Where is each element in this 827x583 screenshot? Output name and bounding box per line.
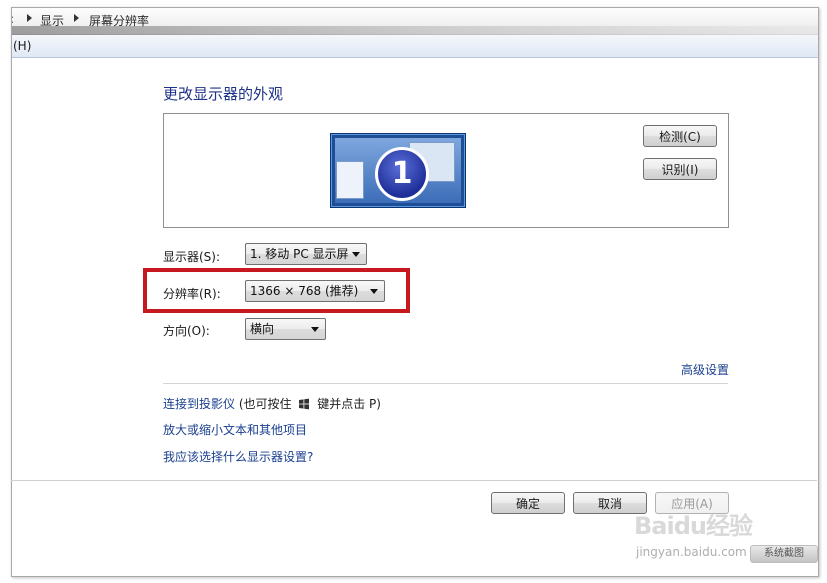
projector-hint-suffix: 键并点击 P) [317, 397, 381, 411]
menu-bar: (H) [12, 35, 818, 58]
projector-row: 连接到投影仪 (也可按住 键并点击 P) [163, 395, 381, 412]
resolution-label: 分辨率(R): [163, 287, 221, 301]
display-select-value: 1. 移动 PC 显示屏 [250, 247, 349, 261]
projector-hint-prefix: (也可按住 [238, 397, 292, 411]
breadcrumb-overflow-glyph: : [12, 12, 14, 26]
divider [163, 383, 728, 384]
page-title: 更改显示器的外观 [163, 85, 284, 103]
windows-logo-icon [299, 398, 310, 410]
connect-projector-link[interactable]: 连接到投影仪 [163, 397, 235, 411]
text-size-link[interactable]: 放大或缩小文本和其他项目 [163, 421, 307, 438]
resolution-select-value: 1366 × 768 (推荐) [250, 284, 359, 298]
watermark-logo: Baidu经验 [634, 512, 753, 540]
which-settings-link[interactable]: 我应该选择什么显示器设置? [163, 448, 313, 465]
detect-button[interactable]: 检测(C) [643, 125, 717, 147]
monitor-number-badge: 1 [375, 147, 429, 201]
desktop-window-icon [336, 161, 364, 199]
breadcrumb-display[interactable]: 显示 [40, 12, 64, 29]
breadcrumb-resolution[interactable]: 屏幕分辨率 [89, 12, 149, 29]
address-bar: : 显示 屏幕分辨率 [12, 8, 818, 36]
footer-divider [11, 480, 817, 481]
breadcrumb-arrow-icon [27, 14, 32, 22]
resolution-select[interactable]: 1366 × 768 (推荐) [245, 280, 385, 302]
advanced-settings-link[interactable]: 高级设置 [681, 361, 729, 378]
orientation-select-value: 横向 [250, 322, 275, 336]
identify-button[interactable]: 识别(I) [643, 158, 717, 180]
chevron-down-icon [311, 327, 319, 332]
watermark-tag: 系统截图 [750, 545, 818, 563]
display-select[interactable]: 1. 移动 PC 显示屏 [245, 243, 367, 265]
breadcrumb-arrow-icon [74, 14, 79, 22]
display-label: 显示器(S): [163, 250, 221, 264]
ok-button[interactable]: 确定 [491, 492, 565, 514]
orientation-label: 方向(O): [163, 324, 210, 338]
chevron-down-icon [352, 252, 360, 257]
watermark-url: jingyan.baidu.com [636, 545, 747, 559]
orientation-select[interactable]: 横向 [245, 318, 326, 340]
chevron-down-icon [370, 289, 378, 294]
monitor-1-icon[interactable]: 1 [330, 133, 466, 208]
menu-help[interactable]: (H) [13, 39, 31, 53]
